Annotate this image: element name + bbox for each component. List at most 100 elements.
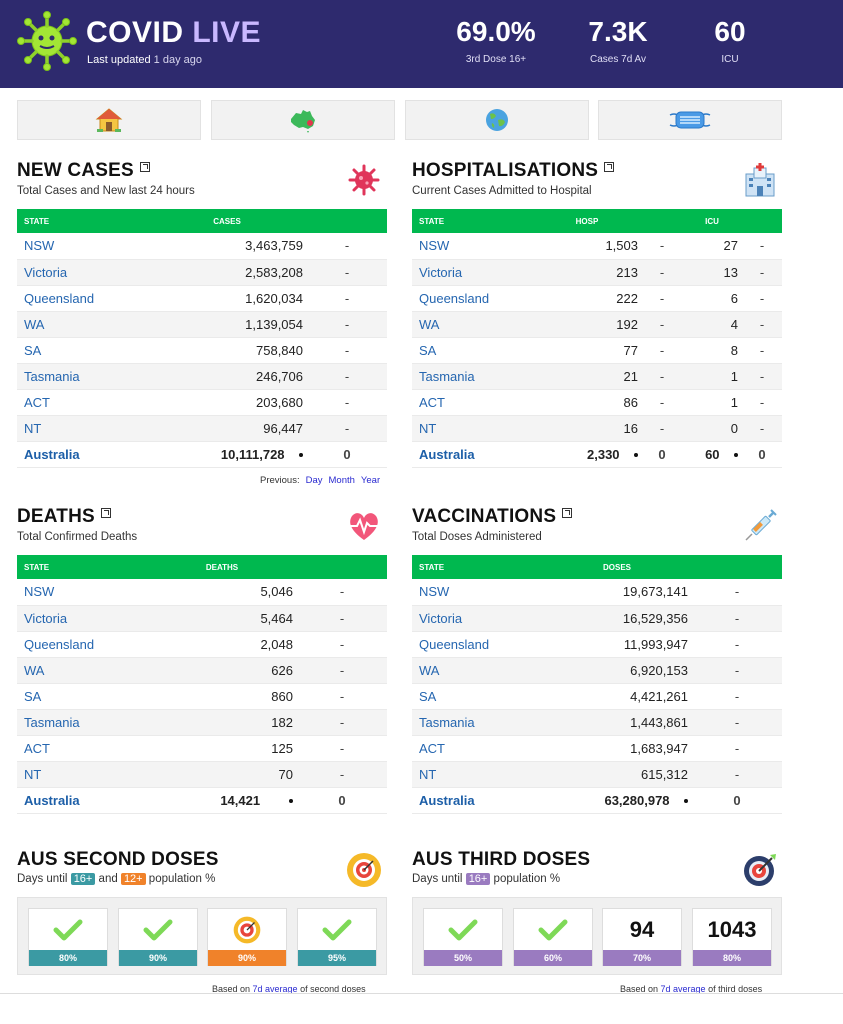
column-header-hosp-new [642,209,682,233]
state-link[interactable]: NSW [17,579,147,606]
previous-year-link[interactable]: Year [361,475,380,486]
state-link[interactable]: NT [412,761,542,788]
state-link[interactable]: Australia [17,787,147,814]
new-value: 0 [692,787,782,814]
state-link[interactable]: NT [412,415,532,442]
vaccinations-subtitle: Total Doses Administered [412,531,542,543]
table-row: NT 16-0- [412,415,782,442]
state-link[interactable]: ACT [412,735,542,762]
new-value: - [692,683,782,710]
hosp-new: 0 [642,441,682,468]
external-link-icon[interactable] [562,508,573,518]
state-link[interactable]: Victoria [412,605,542,632]
column-header-hosp[interactable]: HOSP [532,209,642,233]
state-link[interactable]: NT [17,761,147,788]
check-icon [514,909,592,950]
column-header-icu-new [742,209,782,233]
state-link[interactable]: WA [17,311,147,338]
icu-new: - [742,389,782,416]
state-link[interactable]: WA [412,311,532,338]
dose-target-label: 70% [603,950,681,966]
state-link[interactable]: SA [17,683,147,710]
state-link[interactable]: Queensland [17,631,147,658]
state-link[interactable]: ACT [17,735,147,762]
globe-icon [486,109,508,131]
new-cases-title[interactable]: NEW CASES [17,160,150,182]
table-row: WA 6,920,153- [412,657,782,684]
state-link[interactable]: Victoria [17,259,147,286]
column-header-state[interactable]: STATE [17,555,147,579]
state-link[interactable]: SA [412,683,542,710]
deaths-value: 860 [147,683,297,710]
column-header-state[interactable]: STATE [412,555,542,579]
state-link[interactable]: Queensland [412,631,542,658]
state-link[interactable]: NT [17,415,147,442]
state-link[interactable]: ACT [17,389,147,416]
state-link[interactable]: Tasmania [412,709,542,736]
column-header-cases[interactable]: CASES [147,209,307,233]
brand-word-covid: COVID [86,16,184,49]
state-link[interactable]: WA [412,657,542,684]
hospitalisations-title[interactable]: HOSPITALISATIONS [412,160,615,182]
nav-world-button[interactable] [405,100,589,140]
state-link[interactable]: WA [17,657,147,684]
dose-target-label: 50% [424,950,502,966]
stat-value: 69.0% [456,16,536,47]
state-link[interactable]: Queensland [17,285,147,312]
external-link-icon[interactable] [604,162,615,172]
table-row: NT 96,447- [17,415,387,442]
pill-12-plus: 12+ [120,873,146,885]
table-row: NSW 19,673,141- [412,579,782,606]
external-link-icon[interactable] [139,162,150,172]
deaths-value: 125 [147,735,297,762]
deaths-value: 182 [147,709,297,736]
new-value: - [692,761,782,788]
table-row: Queensland 2,048- [17,631,387,658]
table-row: SA 77-8- [412,337,782,364]
state-link[interactable]: Tasmania [17,709,147,736]
state-link[interactable]: Victoria [17,605,147,632]
new-value: - [297,683,387,710]
state-link[interactable]: Australia [17,441,147,468]
new-value: - [307,259,387,286]
nav-home-button[interactable] [17,100,201,140]
state-link[interactable]: Tasmania [412,363,532,390]
new-value: - [297,657,387,684]
column-header-state[interactable]: STATE [17,209,147,233]
nav-australia-button[interactable] [211,100,395,140]
table-row: NSW 1,503-27- [412,233,782,260]
column-header-doses[interactable]: DOSES [542,555,692,579]
state-link[interactable]: Queensland [412,285,532,312]
new-value: - [307,389,387,416]
pill-16-plus: 16+ [70,873,96,885]
nav-mask-button[interactable] [598,100,782,140]
state-link[interactable]: Victoria [412,259,532,286]
state-link[interactable]: SA [412,337,532,364]
previous-day-link[interactable]: Day [306,475,323,486]
state-link[interactable]: Australia [412,441,532,468]
icu-value: 13 [682,259,742,286]
column-header-deaths[interactable]: DEATHS [147,555,297,579]
state-link[interactable]: SA [17,337,147,364]
icu-value: 1 [682,363,742,390]
target-icon [208,909,286,950]
state-link[interactable]: NSW [412,579,542,606]
dose-target-label: 60% [514,950,592,966]
previous-month-link[interactable]: Month [329,475,355,486]
state-link[interactable]: Tasmania [17,363,147,390]
state-link[interactable]: NSW [17,233,147,260]
virus-logo-icon[interactable] [16,10,78,72]
vaccinations-title[interactable]: VACCINATIONS [412,506,573,528]
deaths-title[interactable]: DEATHS [17,506,111,528]
column-header-icu[interactable]: ICU [682,209,742,233]
days-remaining: 1043 [707,916,757,942]
new-value: 0 [307,441,387,468]
state-link[interactable]: Australia [412,787,542,814]
external-link-icon[interactable] [100,508,111,518]
column-header-state[interactable]: STATE [412,209,532,233]
state-link[interactable]: ACT [412,389,532,416]
brand-title[interactable]: COVID LIVE [86,16,261,50]
hosp-value: 1,503 [532,233,642,260]
check-icon [119,909,197,950]
state-link[interactable]: NSW [412,233,532,260]
